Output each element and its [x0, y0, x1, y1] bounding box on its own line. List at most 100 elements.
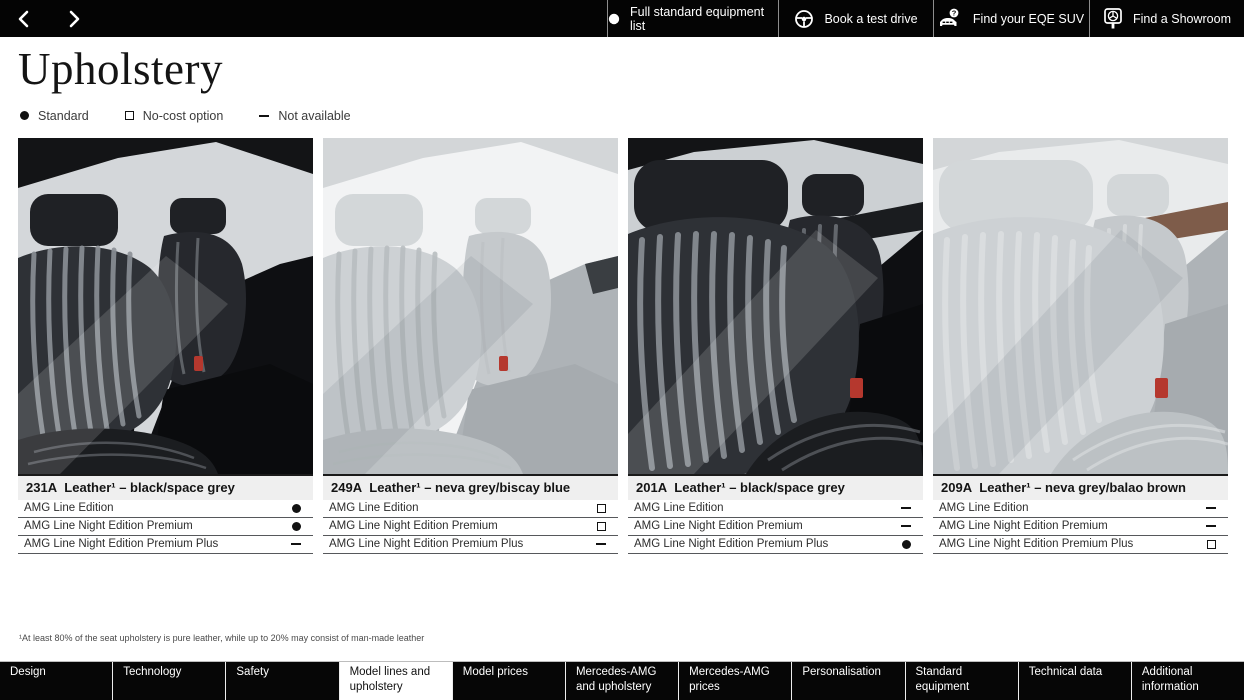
option-title: 231A Leather¹ – black/space grey — [18, 473, 313, 500]
line-label: AMG Line Edition — [329, 502, 419, 515]
line-label: AMG Line Edition — [634, 502, 724, 515]
seat-photo-illustration — [18, 137, 313, 474]
table-row: AMG Line Edition — [323, 500, 618, 518]
line-label: AMG Line Night Edition Premium — [939, 520, 1108, 533]
page-navigation — [0, 0, 607, 37]
option-title: 249A Leather¹ – neva grey/biscay blue — [323, 473, 618, 500]
table-row: AMG Line Edition — [18, 500, 313, 518]
availability-symbol — [597, 521, 606, 531]
seat-photo-illustration — [628, 137, 923, 474]
svg-text:?: ? — [952, 8, 957, 17]
table-row: AMG Line Night Edition Premium Plus — [18, 536, 313, 554]
steering-wheel-icon — [794, 9, 814, 29]
upholstery-image-231a — [18, 137, 313, 474]
upholstery-option-grid: 231A Leather¹ – black/space grey AMG Lin… — [18, 137, 1228, 554]
full-standard-equipment-button[interactable]: Full standard equipment list — [607, 0, 778, 37]
tab-model-lines-and-upholstery[interactable]: Model lines and upholstery — [338, 662, 452, 700]
seatbelt-buckle-detail — [850, 377, 863, 398]
action-label: Full standard equipment list — [630, 4, 765, 33]
line-label: AMG Line Night Edition Premium — [24, 520, 193, 533]
table-row: AMG Line Night Edition Premium — [18, 518, 313, 536]
line-label: AMG Line Night Edition Premium — [329, 520, 498, 533]
tab-technology[interactable]: Technology — [112, 662, 225, 700]
upholstery-image-201a — [628, 137, 923, 474]
seatbelt-buckle-detail — [499, 355, 508, 371]
line-label: AMG Line Night Edition Premium Plus — [329, 538, 524, 551]
back-arrow-button[interactable] — [16, 10, 30, 28]
line-label: AMG Line Edition — [24, 502, 114, 515]
seatbelt-buckle-detail — [194, 355, 203, 371]
table-row: AMG Line Night Edition Premium Plus — [628, 536, 923, 554]
book-test-drive-button[interactable]: Book a test drive — [778, 0, 933, 37]
topbar-actions: Full standard equipment list Book a test… — [607, 0, 1244, 37]
line-label: AMG Line Edition — [939, 502, 1029, 515]
table-row: AMG Line Edition — [933, 500, 1228, 518]
seat-photo-illustration — [933, 137, 1228, 474]
find-a-showroom-button[interactable]: Find a Showroom — [1089, 0, 1244, 37]
action-label: Find your EQE SUV — [972, 11, 1085, 26]
tab-mercedes-amg-and-upholstery[interactable]: Mercedes-AMG and upholstery — [564, 662, 678, 700]
section-tab-bar: Design Technology Safety Model lines and… — [0, 661, 1244, 700]
availability-legend: Standard No-cost option Not available — [20, 109, 1244, 123]
tab-safety[interactable]: Safety — [225, 662, 338, 700]
availability-symbol — [292, 503, 301, 513]
tab-model-prices[interactable]: Model prices — [451, 662, 565, 700]
not-available-symbol-icon — [259, 114, 270, 117]
availability-symbol — [596, 543, 606, 546]
upholstery-card-231a: 231A Leather¹ – black/space grey AMG Lin… — [18, 137, 313, 554]
availability-symbol — [901, 525, 911, 528]
seatbelt-buckle-detail — [1155, 377, 1168, 398]
upholstery-card-249a: 249A Leather¹ – neva grey/biscay blue AM… — [323, 137, 618, 554]
option-title: 201A Leather¹ – black/space grey — [628, 473, 923, 500]
line-label: AMG Line Night Edition Premium Plus — [634, 538, 829, 551]
chevron-right-icon — [69, 10, 80, 27]
upholstery-card-201a: 201A Leather¹ – black/space grey AMG Lin… — [628, 137, 923, 554]
line-label: AMG Line Night Edition Premium — [634, 520, 803, 533]
tab-design[interactable]: Design — [0, 662, 112, 700]
leather-footnote: ¹At least 80% of the seat upholstery is … — [19, 632, 425, 643]
tab-standard-equipment[interactable]: Standard equipment — [904, 662, 1018, 700]
availability-symbol — [902, 539, 911, 549]
table-row: AMG Line Night Edition Premium — [323, 518, 618, 536]
legend-label: No-cost option — [142, 108, 224, 123]
availability-symbol — [1206, 507, 1216, 510]
tab-mercedes-amg-prices[interactable]: Mercedes-AMG prices — [678, 662, 791, 700]
tab-personalisation[interactable]: Personalisation — [791, 662, 904, 700]
table-row: AMG Line Night Edition Premium — [933, 518, 1228, 536]
seat-photo-illustration — [323, 137, 618, 474]
tab-technical-data[interactable]: Technical data — [1017, 662, 1131, 700]
legend-item-standard: Standard — [20, 109, 89, 123]
option-title: 209A Leather¹ – neva grey/balao brown — [933, 473, 1228, 500]
table-row: AMG Line Night Edition Premium Plus — [323, 536, 618, 554]
forward-arrow-button[interactable] — [68, 10, 82, 28]
table-row: AMG Line Night Edition Premium Plus — [933, 536, 1228, 554]
table-row: AMG Line Night Edition Premium — [628, 518, 923, 536]
page-title: Upholstery — [18, 44, 223, 94]
legend-item-no-cost: No-cost option — [124, 108, 224, 123]
legend-item-not-available: Not available — [259, 108, 351, 123]
action-label: Find a Showroom — [1133, 11, 1231, 26]
find-your-eqe-suv-button[interactable]: ? Find your EQE SUV — [933, 0, 1089, 37]
showroom-pin-icon — [1103, 7, 1123, 31]
car-question-icon: ? — [939, 8, 963, 30]
upholstery-image-249a — [323, 137, 618, 474]
availability-symbol — [291, 543, 301, 546]
no-cost-symbol-icon — [124, 111, 134, 121]
line-label: AMG Line Night Edition Premium Plus — [24, 538, 219, 551]
top-action-bar: Full standard equipment list Book a test… — [0, 0, 1244, 37]
table-row: AMG Line Edition — [628, 500, 923, 518]
legend-label: Not available — [278, 108, 351, 123]
standard-symbol-icon — [20, 111, 29, 121]
availability-symbol — [1207, 539, 1216, 549]
availability-symbol — [597, 503, 606, 513]
availability-symbol — [1206, 525, 1216, 528]
availability-symbol — [292, 521, 301, 531]
chevron-left-icon — [18, 10, 29, 27]
standard-dot-icon — [608, 13, 620, 25]
line-label: AMG Line Night Edition Premium Plus — [939, 538, 1134, 551]
action-label: Book a test drive — [824, 11, 918, 26]
availability-symbol — [901, 507, 911, 510]
legend-label: Standard — [38, 108, 89, 123]
tab-additional-information[interactable]: Additional information — [1130, 662, 1244, 700]
upholstery-image-209a — [933, 137, 1228, 474]
